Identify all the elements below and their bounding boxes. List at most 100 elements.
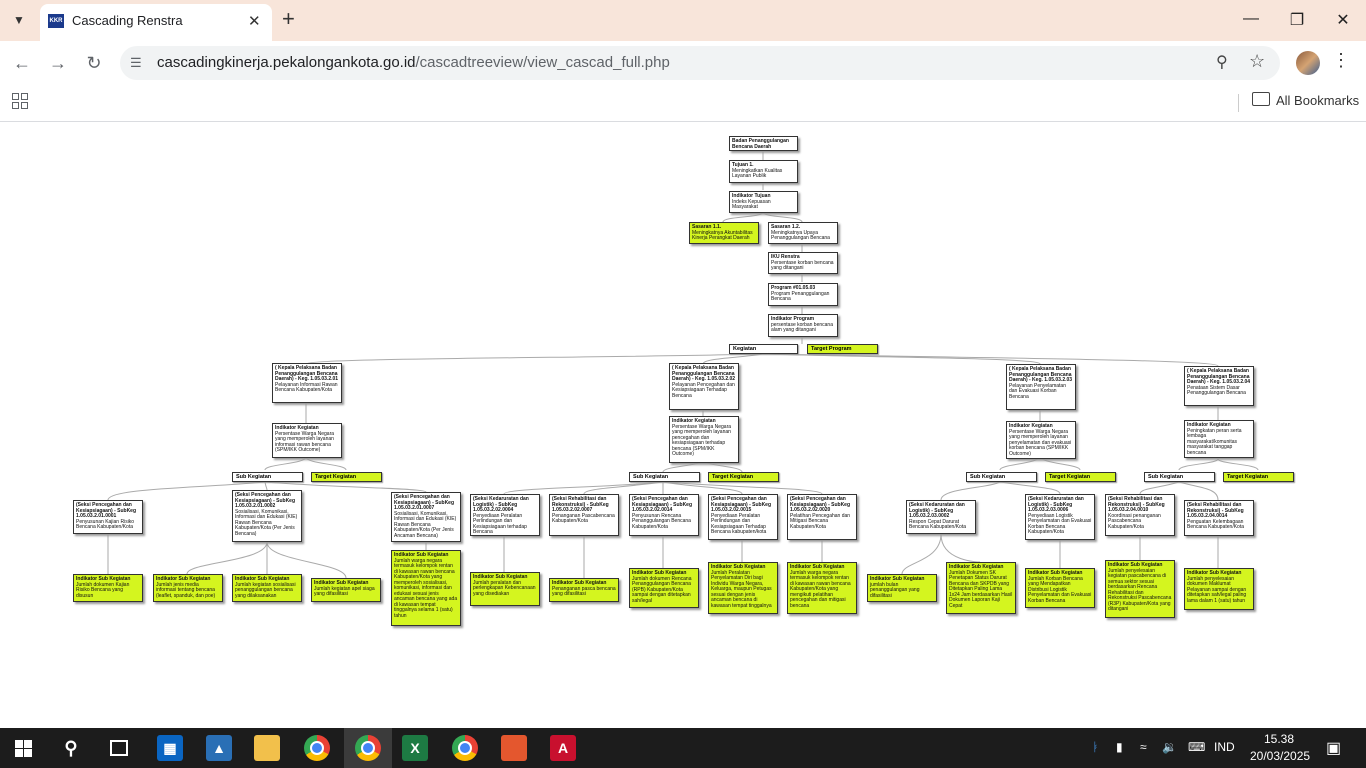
- meet-app-icon[interactable]: ▲: [206, 735, 232, 761]
- node-indikator-sub-kegiatan[interactable]: Indikator Sub Kegiatan Penanganan pasca b…: [549, 578, 619, 602]
- store-icon[interactable]: ▦: [157, 735, 183, 761]
- chrome-profile-icon[interactable]: [355, 735, 381, 761]
- pdf-reader-icon[interactable]: A: [550, 735, 576, 761]
- node-sub-kegiatan[interactable]: (Seksi Pencegahan dan Kesiapsiagaan) - S…: [787, 494, 857, 540]
- node-sub-kegiatan[interactable]: (Seksi Kedaruratan dan Logistik) - SubKe…: [1025, 494, 1095, 540]
- bluetooth-icon[interactable]: ᛓ: [1092, 740, 1099, 754]
- forward-button[interactable]: →: [44, 51, 72, 75]
- close-window-button[interactable]: ✕: [1328, 10, 1358, 30]
- node-indikator-sub-kegiatan[interactable]: Indikator Sub Kegiatan Jumlah warga negar…: [787, 562, 857, 614]
- new-tab-button[interactable]: +: [282, 8, 295, 30]
- label-sub-kegiatan-4: Sub Kegiatan: [629, 472, 700, 482]
- node-ind-tujuan[interactable]: Indikator Tujuan Indeks Kepuasan Masyarak…: [729, 191, 798, 213]
- chrome-alt-icon[interactable]: [452, 735, 478, 761]
- bookmarks-divider: [1238, 94, 1239, 112]
- node-root[interactable]: Badan Penanggulangan Bencana Daerah: [729, 136, 798, 151]
- node-sub-kegiatan[interactable]: (Seksi Pencegahan dan Kesiapsiagaan) - S…: [73, 500, 143, 534]
- node-ind-kegiatan-1-text: Persentase Warga Negara yang memperoleh …: [275, 430, 335, 453]
- node-sasaran-2[interactable]: Sasaran 1.2. Meningkatnya Upaya Penanggul…: [768, 222, 838, 244]
- node-indikator-sub-kegiatan[interactable]: Indikator Sub Kegiatan Jumlah jenis media…: [153, 574, 223, 602]
- chevron-down-icon: ▼: [13, 13, 25, 27]
- chrome-icon[interactable]: [304, 735, 330, 761]
- notification-icon[interactable]: ▣: [1326, 738, 1341, 758]
- node-kegiatan-3[interactable]: ( Kepala Pelaksana Badan Penanggulangan …: [1006, 364, 1076, 410]
- node-indikator-sub-kegiatan[interactable]: Indikator Sub Kegiatan Jumlah kegiatan ap…: [311, 578, 381, 602]
- node-sasaran-1[interactable]: Sasaran 1.1. Meningkatnya Akuntabilitas K…: [689, 222, 759, 244]
- ime-icon[interactable]: ⌨: [1188, 740, 1205, 754]
- node-ind-program-text: persentase korban bencana alam yang dita…: [771, 321, 833, 333]
- clock-time[interactable]: 15.38: [1264, 732, 1294, 746]
- reload-button[interactable]: ↻: [80, 51, 108, 75]
- node-ind-kegiatan-3[interactable]: Indikator Kegiatan Persentase Warga Negar…: [1006, 421, 1076, 459]
- tab-search-button[interactable]: ▼: [6, 8, 32, 32]
- file-explorer-icon[interactable]: [254, 735, 280, 761]
- restore-button[interactable]: ❐: [1282, 10, 1312, 30]
- all-bookmarks-link[interactable]: All Bookmarks: [1276, 93, 1359, 108]
- node-sub-kegiatan[interactable]: (Seksi Pencegahan dan Kesiapsiagaan) - S…: [232, 490, 302, 542]
- back-button[interactable]: ←: [8, 51, 36, 75]
- tab-active[interactable]: KKR Cascading Renstra ✕: [40, 4, 272, 41]
- node-sub-kegiatan-title: (Seksi Pencegahan dan Kesiapsiagaan) - S…: [711, 496, 772, 513]
- clock-date[interactable]: 20/03/2025: [1250, 749, 1310, 763]
- node-sasaran-1-text: Meningkatnya Akuntabilitas Kinerja Peran…: [692, 229, 753, 241]
- node-sub-kegiatan[interactable]: (Seksi Rehabilitasi dan Rekonstruksi) - …: [549, 494, 619, 536]
- node-sub-kegiatan[interactable]: (Seksi Kedaruratan dan Logistik) - SubKe…: [906, 500, 976, 534]
- node-ind-kegiatan-1[interactable]: Indikator Kegiatan Persentase Warga Negar…: [272, 423, 342, 458]
- node-indikator-sub-kegiatan[interactable]: Indikator Sub Kegiatan Jumlah kegiatan so…: [232, 574, 302, 602]
- node-kegiatan-2-title: ( Kepala Pelaksana Badan Penanggulangan …: [672, 365, 736, 382]
- folder-icon[interactable]: [1252, 92, 1270, 106]
- node-indikator-sub-kegiatan[interactable]: Indikator Sub Kegiatan Jumlah penyelesaia…: [1184, 568, 1254, 610]
- node-indikator-sub-kegiatan[interactable]: Indikator Sub Kegiatan Jumlah dokumen Ren…: [629, 568, 699, 608]
- node-iku[interactable]: IKU Renstra Persentase korban bencana yan…: [768, 252, 838, 274]
- tab-close-icon[interactable]: ✕: [248, 12, 261, 30]
- node-indikator-sub-kegiatan-text: Jumlah warga negara termasuk kelompok re…: [394, 557, 458, 619]
- node-indikator-sub-kegiatan[interactable]: Indikator Sub Kegiatan Jumlah peralatan d…: [470, 572, 540, 606]
- node-sub-kegiatan[interactable]: (Seksi Rehabilitasi dan Rekonstruksi) - …: [1105, 494, 1175, 536]
- node-kegiatan-4[interactable]: ( Kepala Pelaksana Badan Penanggulangan …: [1184, 366, 1254, 406]
- zoom-icon[interactable]: ⚲: [1216, 52, 1228, 72]
- node-sub-kegiatan[interactable]: (Seksi Pencegahan dan Kesiapsiagaan) - S…: [629, 494, 699, 536]
- node-ind-kegiatan-4[interactable]: Indikator Kegiatan Peningkatan peran sert…: [1184, 420, 1254, 458]
- node-program[interactable]: Program #01.05.03 Program Penanggulangan …: [768, 283, 838, 306]
- bookmark-star-icon[interactable]: ☆: [1249, 51, 1265, 72]
- node-indikator-sub-kegiatan[interactable]: Indikator Sub Kegiatan Jumlah Korban Benc…: [1025, 568, 1095, 608]
- node-indikator-sub-kegiatan-text: Jumlah peralatan dan perlengkapan Kebenc…: [473, 579, 536, 597]
- node-sub-kegiatan[interactable]: (Seksi Rehabilitasi dan Rekonstruksi) - …: [1184, 500, 1254, 536]
- node-sub-kegiatan[interactable]: (Seksi Pencegahan dan Kesiapsiagaan) - S…: [708, 494, 778, 540]
- menu-kebab-icon[interactable]: ⋮: [1332, 50, 1350, 71]
- task-view-icon[interactable]: [106, 735, 132, 761]
- excel-icon[interactable]: X: [402, 735, 428, 761]
- node-indikator-sub-kegiatan[interactable]: Indikator Sub Kegiatan Jumlah dokumen Kaj…: [73, 574, 143, 602]
- label-target-kegiatan-9: Target Kegiatan: [1223, 472, 1294, 482]
- node-ind-kegiatan-2[interactable]: Indikator Kegiatan Persentase Warga Negar…: [669, 416, 739, 463]
- minimize-button[interactable]: —: [1236, 10, 1266, 28]
- language-indicator[interactable]: IND: [1214, 740, 1235, 754]
- address-bar[interactable]: ☰ cascadingkinerja.pekalongankota.go.id/…: [120, 46, 1280, 80]
- node-kegiatan-2[interactable]: ( Kepala Pelaksana Badan Penanggulangan …: [669, 363, 739, 410]
- wifi-icon[interactable]: ≈: [1140, 740, 1147, 754]
- node-indikator-sub-kegiatan[interactable]: Indikator Sub Kegiatan Jumlah penyelesaia…: [1105, 560, 1175, 618]
- node-indikator-sub-kegiatan[interactable]: Indikator Sub Kegiatan Jumlah Peralatan P…: [708, 562, 778, 614]
- node-sub-kegiatan-text: Penyusunan Kajian Risiko Bencana Kabupat…: [76, 518, 135, 530]
- node-sub-kegiatan-title: (Seksi Pencegahan dan Kesiapsiagaan) - S…: [790, 496, 851, 513]
- profile-avatar[interactable]: [1296, 51, 1320, 75]
- node-indikator-sub-kegiatan[interactable]: Indikator Sub Kegiatan jumlah bulan penan…: [867, 574, 937, 602]
- url-text[interactable]: cascadingkinerja.pekalongankota.go.id/ca…: [157, 54, 670, 71]
- node-kegiatan-1[interactable]: ( Kepala Pelaksana Badan Penanggulangan …: [272, 363, 342, 403]
- node-indikator-sub-kegiatan[interactable]: Indikator Sub Kegiatan Jumlah Dokumen SK …: [946, 562, 1016, 614]
- node-sub-kegiatan[interactable]: (Seksi Kedaruratan dan Logistik) - SubKe…: [470, 494, 540, 536]
- node-sub-kegiatan-title: (Seksi Pencegahan dan Kesiapsiagaan) - S…: [235, 492, 296, 509]
- battery-icon[interactable]: ▮: [1116, 740, 1123, 754]
- start-button[interactable]: [10, 735, 36, 761]
- office-icon[interactable]: [501, 735, 527, 761]
- search-icon[interactable]: ⚲: [58, 735, 84, 761]
- node-sub-kegiatan[interactable]: (Seksi Pencegahan dan Kesiapsiagaan) - S…: [391, 492, 461, 542]
- volume-icon[interactable]: 🔉: [1162, 740, 1177, 754]
- node-ind-kegiatan-4-text: Peningkatan peran serta lembaga masyarak…: [1187, 427, 1242, 456]
- apps-grid-icon[interactable]: [12, 93, 28, 109]
- node-indikator-sub-kegiatan[interactable]: Indikator Sub Kegiatan Jumlah warga negar…: [391, 550, 461, 626]
- node-ind-program[interactable]: Indikator Program persentase korban benca…: [768, 314, 838, 337]
- node-tujuan[interactable]: Tujuan 1. Meningkatkan Kualitas Layanan P…: [729, 160, 798, 183]
- site-info-icon[interactable]: ☰: [130, 55, 142, 71]
- node-kegiatan-3-title: ( Kepala Pelaksana Badan Penanggulangan …: [1009, 366, 1073, 383]
